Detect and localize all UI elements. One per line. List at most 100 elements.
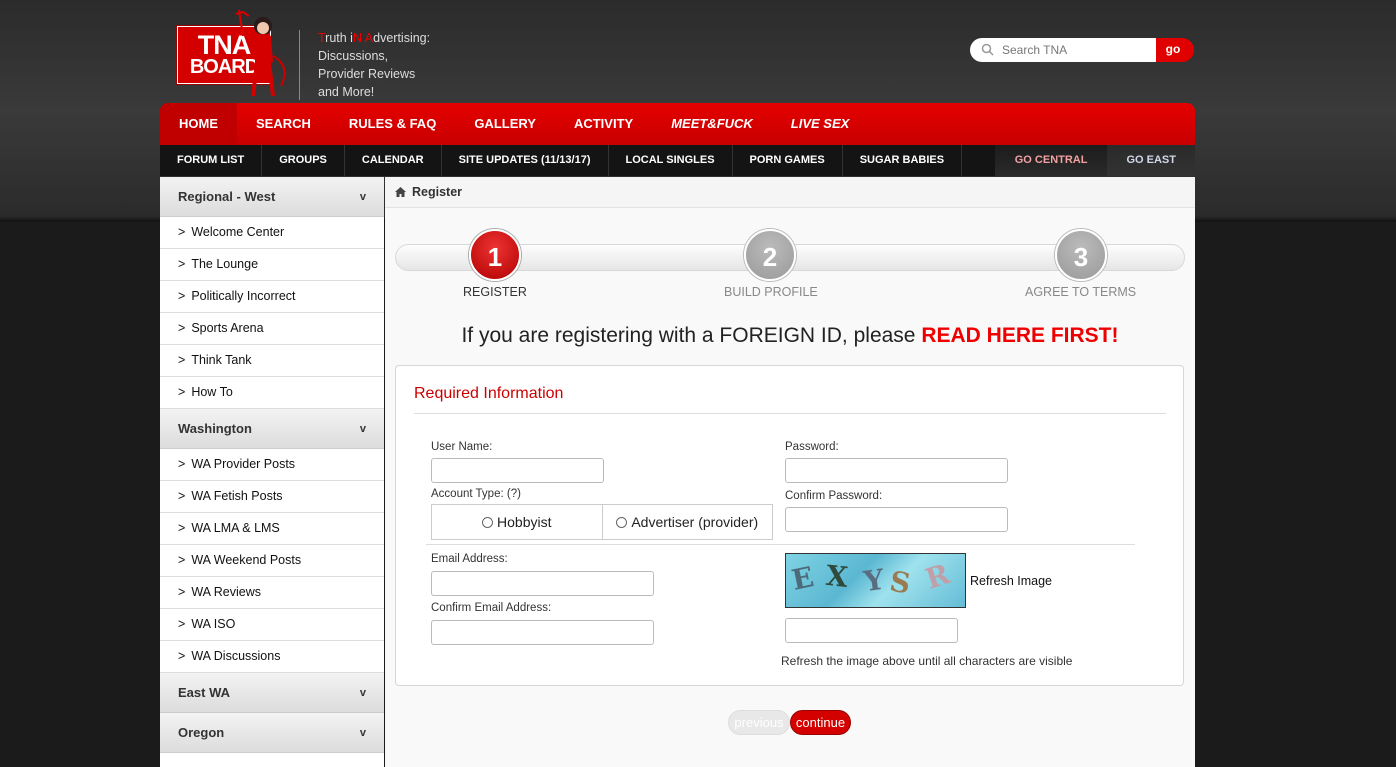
email-label: Email Address:: [431, 553, 508, 565]
nav-home[interactable]: HOME: [160, 103, 237, 145]
continue-button[interactable]: continue: [790, 710, 851, 735]
subnav-calendar[interactable]: CALENDAR: [345, 145, 442, 176]
home-icon[interactable]: [395, 187, 406, 197]
advertiser-radio[interactable]: [616, 516, 628, 528]
sidebar-item[interactable]: > Politically Incorrect: [160, 281, 384, 313]
nav-gallery[interactable]: GALLERY: [455, 103, 555, 145]
sidebar-item[interactable]: > The Lounge: [160, 249, 384, 281]
email-input[interactable]: [431, 571, 654, 596]
captcha-input[interactable]: [785, 618, 958, 643]
subnav-go-central[interactable]: GO CENTRAL: [994, 145, 1108, 176]
sidebar-item[interactable]: > WA Weekend Posts: [160, 545, 384, 577]
nav-search[interactable]: SEARCH: [237, 103, 330, 145]
sidebar-item-label: WA Fetish Posts: [191, 489, 283, 503]
hobbyist-radio[interactable]: [482, 516, 494, 528]
sidebar-group-title: East WA: [178, 685, 231, 700]
search-input[interactable]: [1000, 42, 1154, 58]
sidebar-item-label: Think Tank: [191, 353, 252, 367]
chevron-down-icon[interactable]: v: [360, 713, 366, 753]
nav-rules-faq[interactable]: RULES & FAQ: [330, 103, 455, 145]
sidebar-item[interactable]: > WA LMA & LMS: [160, 513, 384, 545]
username-label: User Name:: [431, 441, 493, 453]
sidebar-item-label: WA Reviews: [191, 585, 262, 599]
breadcrumb: Register: [385, 177, 1195, 208]
foreign-id-notice: If you are registering with a FOREIGN ID…: [461, 324, 1119, 347]
chevron-right-icon: >: [178, 585, 186, 599]
sidebar-group-header[interactable]: East WA v: [160, 673, 384, 713]
previous-button[interactable]: previous: [728, 710, 790, 735]
subnav-forum-list[interactable]: FORUM LIST: [160, 145, 263, 176]
account-type-selector: Hobbyist Advertiser (provider): [431, 504, 773, 540]
sidebar-item-label: How To: [191, 385, 233, 399]
sidebar-group-header[interactable]: Regional - West v: [160, 177, 384, 217]
sidebar-group-header[interactable]: Washington v: [160, 409, 384, 449]
captcha-image: E X Y S R: [785, 553, 966, 608]
sidebar-group-header[interactable]: Oregon v: [160, 713, 384, 753]
nav-activity[interactable]: ACTIVITY: [555, 103, 652, 145]
sidebar-item-label: Welcome Center: [191, 225, 285, 239]
chevron-right-icon: >: [178, 649, 186, 663]
sidebar-item[interactable]: > How To: [160, 377, 384, 409]
subnav-porn-games[interactable]: PORN GAMES: [733, 145, 843, 176]
header-divider: [299, 30, 300, 100]
subnav-site-updates-11-13-17[interactable]: SITE UPDATES (11/13/17): [442, 145, 609, 176]
sidebar-item[interactable]: > Welcome Center: [160, 217, 384, 249]
subnav-go-east[interactable]: GO EAST: [1107, 145, 1195, 176]
chevron-down-icon[interactable]: v: [360, 409, 366, 449]
sidebar-item[interactable]: > Think Tank: [160, 345, 384, 377]
account-option-hobbyist[interactable]: Hobbyist: [432, 505, 602, 539]
password-input[interactable]: [785, 458, 1008, 483]
captcha-char: R: [921, 557, 954, 596]
account-option-advertiser[interactable]: Advertiser (provider): [601, 505, 773, 539]
step-3-circle: 3: [1055, 229, 1107, 281]
subnav-groups[interactable]: GROUPS: [262, 145, 345, 176]
chevron-right-icon: >: [178, 353, 186, 367]
sidebar-group-title: Regional - West: [178, 189, 276, 204]
chevron-right-icon: >: [178, 289, 186, 303]
chevron-right-icon: >: [178, 617, 186, 631]
sidebar-item-label: Sports Arena: [191, 321, 264, 335]
chevron-right-icon: >: [178, 321, 186, 335]
nav-meet-fuck[interactable]: MEET&FUCK: [652, 103, 772, 145]
nav-live-sex[interactable]: LIVE SEX: [772, 103, 869, 145]
main-nav: HOME SEARCH RULES & FAQ GALLERY ACTIVITY MEET…: [160, 103, 1195, 145]
step-3-label: AGREE TO TERMS: [1025, 285, 1137, 299]
confirm-password-label: Confirm Password:: [785, 490, 883, 502]
required-info-panel: Required Information User Name: Password…: [395, 365, 1184, 686]
confirm-email-input[interactable]: [431, 620, 654, 645]
captcha-char: E: [788, 560, 817, 597]
step-1-circle: 1: [469, 229, 521, 281]
chevron-down-icon[interactable]: v: [360, 177, 366, 217]
devil-mascot-icon: [235, 9, 286, 97]
subnav-sugar-babies[interactable]: SUGAR BABIES: [843, 145, 963, 176]
breadcrumb-current: Register: [412, 185, 463, 199]
subnav-local-singles[interactable]: LOCAL SINGLES: [609, 145, 733, 176]
captcha-char: Y: [861, 562, 887, 599]
captcha-char: X: [824, 558, 850, 595]
sidebar-item[interactable]: > Sports Arena: [160, 313, 384, 345]
sidebar-item[interactable]: > WA Reviews: [160, 577, 384, 609]
chevron-right-icon: >: [178, 553, 186, 567]
search-go-button[interactable]: go: [1156, 38, 1194, 62]
username-input[interactable]: [431, 458, 604, 483]
sidebar-item[interactable]: > WA Provider Posts: [160, 449, 384, 481]
chevron-right-icon: >: [178, 457, 186, 471]
refresh-image-link[interactable]: Refresh Image: [970, 574, 1052, 588]
sidebar-item-label: The Lounge: [191, 257, 259, 271]
subnav-spacer: [962, 145, 995, 176]
sidebar-group-title: Washington: [178, 421, 252, 436]
sidebar-item-label: WA Discussions: [191, 649, 281, 663]
sidebar-group-title: Oregon: [178, 725, 225, 740]
captcha-hint: Refresh the image above until all charac…: [781, 654, 1073, 668]
password-label: Password:: [785, 441, 839, 453]
step-1-label: REGISTER: [463, 285, 527, 299]
sidebar-item[interactable]: > WA ISO: [160, 609, 384, 641]
chevron-down-icon[interactable]: v: [360, 673, 366, 713]
read-here-first-link[interactable]: READ HERE FIRST!: [921, 324, 1118, 347]
sidebar-item[interactable]: > WA Discussions: [160, 641, 384, 673]
chevron-right-icon: >: [178, 489, 186, 503]
sidebar-item[interactable]: > WA Fetish Posts: [160, 481, 384, 513]
sidebar: Regional - West v > Welcome Center > The Loun…: [160, 177, 384, 767]
confirm-password-input[interactable]: [785, 507, 1008, 532]
sidebar-item-label: WA LMA & LMS: [191, 521, 280, 535]
